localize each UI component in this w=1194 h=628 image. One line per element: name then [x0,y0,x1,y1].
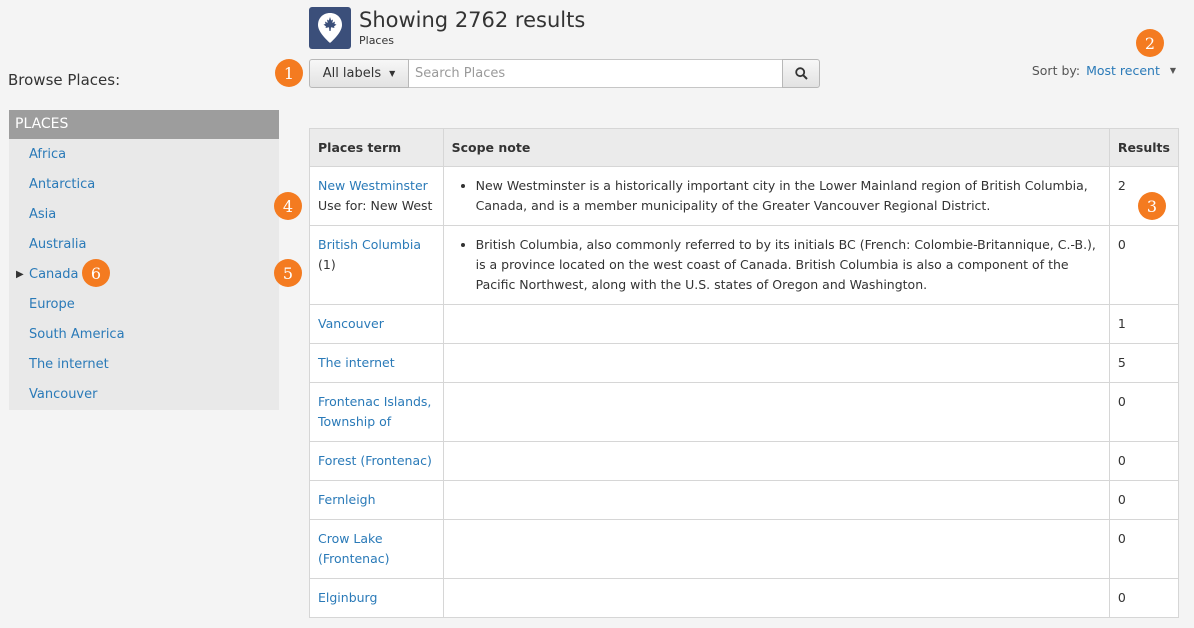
search-input[interactable] [409,59,782,88]
sidebar-item-antarctica[interactable]: Antarctica [9,170,279,200]
table-row: British Columbia (1) British Columbia, a… [309,225,1180,305]
term-cell: British Columbia (1) [309,225,444,305]
scope-note-cell: New Westminster is a historically import… [442,166,1110,226]
browse-sidebar: PLACES Africa Antarctica Asia Australia … [9,110,279,410]
scope-note-cell [442,578,1110,618]
scope-note-text: New Westminster is a historically import… [476,176,1101,216]
sidebar-item-canada[interactable]: ▶ Canada [9,260,279,290]
term-cell: Frontenac Islands, Township of [309,382,444,442]
scope-note-text: British Columbia, also commonly referred… [476,235,1101,295]
sidebar-item-vancouver[interactable]: Vancouver [9,380,279,410]
results-count: 0 [1108,480,1180,520]
sidebar-item-label[interactable]: Canada [29,267,78,282]
maple-leaf-pin-icon [309,7,351,49]
page-title: Showing 2762 results [359,8,586,32]
sidebar-item-label[interactable]: Africa [29,147,66,162]
term-cell: Elginburg [309,578,444,618]
sort-dropdown[interactable]: Most recent [1086,63,1160,78]
callout-2: 2 [1136,29,1164,57]
results-count: 0 [1108,578,1180,618]
scope-note-cell [442,441,1110,481]
sidebar-item-label[interactable]: Antarctica [29,177,95,192]
sidebar-item-label[interactable]: Asia [29,207,56,222]
table-row: Fernleigh 0 [309,480,1180,520]
results-count: 1 [1108,304,1180,344]
sidebar-item-label[interactable]: Vancouver [29,387,97,402]
sidebar-item-the-internet[interactable]: The internet [9,350,279,380]
sidebar-item-australia[interactable]: Australia [9,230,279,260]
term-cell: Fernleigh [309,480,444,520]
term-cell: Forest (Frontenac) [309,441,444,481]
term-link[interactable]: Fernleigh [318,492,376,507]
results-count: 5 [1108,343,1180,383]
table-header-row: Places term Scope note Results [309,128,1180,167]
column-header-scope-note: Scope note [442,128,1110,167]
browse-title: Browse Places: [8,71,121,89]
search-button[interactable] [782,59,820,88]
scope-note-cell: British Columbia, also commonly referred… [442,225,1110,305]
term-cell: Vancouver [309,304,444,344]
table-row: Crow Lake (Frontenac) 0 [309,519,1180,579]
sidebar-item-asia[interactable]: Asia [9,200,279,230]
callout-6: 6 [82,259,110,287]
term-link[interactable]: Forest (Frontenac) [318,453,432,468]
term-link[interactable]: Elginburg [318,590,377,605]
sidebar-item-label[interactable]: South America [29,327,125,342]
column-header-places-term[interactable]: Places term [309,128,444,167]
sidebar-item-label[interactable]: Australia [29,237,87,252]
scope-note-cell [442,343,1110,383]
sort-control: Sort by: Most recent ▼ [1032,63,1176,78]
term-link[interactable]: Crow Lake (Frontenac) [318,531,390,566]
sidebar-item-label[interactable]: The internet [29,357,109,372]
term-cell: The internet [309,343,444,383]
term-link[interactable]: Frontenac Islands, Township of [318,394,431,429]
callout-5: 5 [274,259,302,287]
caret-down-icon: ▼ [389,69,396,78]
page-header: Showing 2762 results Places [309,7,585,51]
results-count: 0 [1108,225,1180,305]
term-link[interactable]: Vancouver [318,316,384,331]
table-row: Elginburg 0 [309,578,1180,618]
column-header-results: Results [1108,128,1180,167]
term-cell: Crow Lake (Frontenac) [309,519,444,579]
callout-3: 3 [1138,192,1166,220]
table-row: Forest (Frontenac) 0 [309,441,1180,481]
sidebar-item-europe[interactable]: Europe [9,290,279,320]
term-link[interactable]: New Westminster [318,178,428,193]
all-labels-label: All labels [322,66,382,81]
table-row: The internet 5 [309,343,1180,383]
page-subtitle: Places [359,34,394,47]
search-bar: All labels ▼ [309,59,820,88]
scope-note-cell [442,382,1110,442]
scope-note-cell [442,304,1110,344]
caret-down-icon[interactable]: ▼ [1170,66,1176,75]
all-labels-dropdown[interactable]: All labels ▼ [309,59,409,88]
sidebar-item-south-america[interactable]: South America [9,320,279,350]
child-count: (1) [318,257,336,272]
term-link[interactable]: The internet [318,355,395,370]
table-row: New Westminster Use for: New West New We… [309,166,1180,226]
sidebar-item-label[interactable]: Europe [29,297,75,312]
term-link[interactable]: British Columbia [318,237,421,252]
results-count: 0 [1108,441,1180,481]
sidebar-section-header: PLACES [9,110,279,139]
results-count: 0 [1108,519,1180,579]
results-count: 0 [1108,382,1180,442]
table-row: Frontenac Islands, Township of 0 [309,382,1180,442]
scope-note-cell [442,480,1110,520]
callout-4: 4 [274,192,302,220]
table-row: Vancouver 1 [309,304,1180,344]
results-table: Places term Scope note Results New Westm… [309,128,1180,618]
search-icon [794,67,808,80]
scope-note-cell [442,519,1110,579]
callout-1: 1 [275,59,303,87]
sidebar-item-africa[interactable]: Africa [9,140,279,170]
expand-arrow-icon[interactable]: ▶ [16,260,24,290]
use-for-note: Use for: New West [318,198,433,213]
term-cell: New Westminster Use for: New West [309,166,444,226]
sort-label: Sort by: [1031,63,1081,78]
